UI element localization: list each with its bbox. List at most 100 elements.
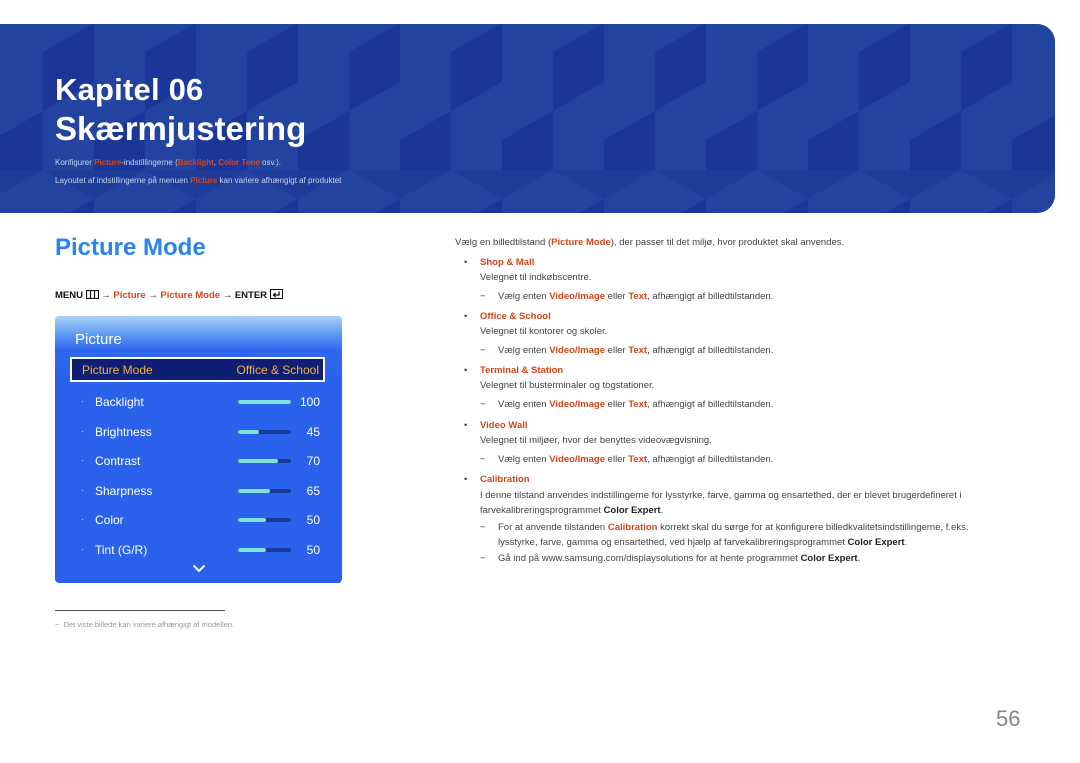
footnote-divider — [55, 610, 225, 611]
mode-description: Velegnet til miljøer, hvor der benyttes … — [480, 435, 712, 446]
text: . — [660, 505, 664, 516]
mode-note: Vælg enten Video/Image eller Text, afhæn… — [498, 345, 773, 356]
mode-description: Velegnet til indkøbscentre. — [480, 272, 592, 283]
mode-name-shop-mall: Shop & Mall — [480, 257, 535, 268]
slider-fill — [238, 518, 267, 522]
dash: − — [480, 454, 486, 465]
value-slider[interactable] — [238, 489, 291, 493]
bullet: • — [464, 257, 468, 268]
menu-label: MENU — [55, 290, 83, 301]
mode-description: Velegnet til kontorer og skoler. — [480, 326, 608, 337]
text: Vælg enten — [498, 399, 550, 410]
osd-item-brightness[interactable]: · Brightness 45 — [55, 424, 342, 444]
osd-item-value: 50 — [306, 543, 320, 557]
bullet: • — [464, 311, 468, 322]
osd-item-label: Picture Mode — [82, 363, 153, 377]
intro-text: -indstillingerne ( — [121, 158, 178, 167]
slider-fill — [238, 400, 291, 404]
breadcrumb-picture-mode: Picture Mode — [160, 290, 221, 301]
dash: − — [55, 620, 60, 629]
text: , afhængigt af billedtilstanden. — [647, 345, 774, 356]
text: eller — [605, 345, 629, 356]
bullet: · — [81, 455, 84, 465]
term-video-image: Video/Image — [549, 291, 606, 302]
calibration-note-2: Gå ind på www.samsung.com/displaysolutio… — [498, 553, 860, 564]
calibration-note-1-line-1: For at anvende tilstanden Calibration ko… — [498, 522, 968, 533]
value-slider[interactable] — [238, 400, 291, 404]
chapter-title: Skærmjustering — [55, 110, 307, 147]
osd-item-label: Backlight — [95, 395, 144, 409]
text: Vælg enten — [498, 454, 550, 465]
term-color-expert: Color Expert — [800, 553, 858, 564]
page-number: 56 — [996, 706, 1021, 731]
value-slider[interactable] — [238, 518, 291, 522]
value-slider[interactable] — [238, 548, 291, 552]
slider-fill — [238, 430, 260, 434]
term-video-image: Video/Image — [549, 345, 606, 356]
mode-name-office-school: Office & School — [480, 311, 551, 322]
calibration-desc-line-1: I denne tilstand anvendes indstillingern… — [480, 490, 962, 501]
text: lysstyrke, farve, gamma og ensartethed, … — [498, 537, 848, 548]
term-text: Text — [628, 291, 648, 302]
mode-name-calibration: Calibration — [480, 474, 530, 485]
text: For at anvende tilstanden — [498, 522, 608, 533]
mode-note: Vælg enten Video/Image eller Text, afhæn… — [498, 454, 773, 465]
bullet: · — [81, 485, 84, 495]
intro-text: Konfigurer — [55, 158, 95, 167]
osd-item-picture-mode[interactable]: Picture Mode Office & School — [70, 357, 325, 382]
text: Vælg enten — [498, 291, 550, 302]
term-text: Text — [628, 399, 648, 410]
chapter-intro-line-1: Konfigurer Picture-indstillingerne (Back… — [55, 158, 281, 167]
breadcrumb-picture: Picture — [113, 290, 146, 301]
term-text: Text — [628, 454, 648, 465]
osd-item-tint-g-r[interactable]: · Tint (G/R) 50 — [55, 542, 342, 562]
osd-item-label: Color — [95, 513, 124, 527]
osd-item-label: Brightness — [95, 425, 152, 439]
osd-item-label: Sharpness — [95, 484, 153, 498]
osd-item-value: 50 — [306, 513, 320, 527]
osd-item-value: 45 — [306, 425, 320, 439]
bullet: • — [464, 365, 468, 376]
bullet: · — [81, 514, 84, 524]
osd-item-contrast[interactable]: · Contrast 70 — [55, 453, 342, 473]
bullet: • — [464, 474, 468, 485]
text: , afhængigt af billedtilstanden. — [647, 454, 774, 465]
intro-text: osv.). — [259, 158, 282, 167]
enter-icon — [269, 289, 283, 299]
bullet: • — [464, 420, 468, 431]
dash: − — [480, 291, 486, 302]
term-color-tone: Color Tone — [218, 158, 260, 167]
picture-osd-menu: Picture Picture Mode Office & School · Ba… — [55, 316, 342, 583]
arrow: → — [148, 290, 158, 301]
osd-title: Picture — [75, 331, 122, 348]
value-slider[interactable] — [238, 430, 291, 434]
text: eller — [605, 399, 629, 410]
mode-name-video-wall: Video Wall — [480, 420, 528, 431]
text: Vælg enten — [498, 345, 550, 356]
term-calibration: Calibration — [607, 522, 658, 533]
text: . — [904, 537, 908, 548]
osd-item-value: 70 — [306, 454, 320, 468]
slider-fill — [238, 459, 279, 463]
footnote-text: Det viste billede kan variere afhængigt … — [63, 620, 235, 629]
text: Vælg en billedtilstand ( — [455, 237, 552, 248]
calibration-note-1-line-2: lysstyrke, farve, gamma og ensartethed, … — [498, 537, 907, 548]
term-picture: Picture — [190, 176, 218, 185]
osd-item-value: 65 — [306, 484, 320, 498]
osd-item-value: 100 — [299, 395, 320, 409]
text: ), der passer til det miljø, hvor produk… — [610, 237, 845, 248]
osd-item-color[interactable]: · Color 50 — [55, 512, 342, 532]
osd-item-sharpness[interactable]: · Sharpness 65 — [55, 483, 342, 503]
chevron-down-icon[interactable] — [192, 564, 206, 573]
enter-label: ENTER — [234, 290, 268, 301]
term-color-expert: Color Expert — [847, 537, 905, 548]
intro-paragraph: Vælg en billedtilstand (Picture Mode), d… — [455, 237, 844, 248]
mode-note: Vælg enten Video/Image eller Text, afhæn… — [498, 291, 773, 302]
dash: − — [480, 522, 486, 533]
text: . — [857, 553, 861, 564]
bullet: · — [81, 544, 84, 554]
text: , afhængigt af billedtilstanden. — [647, 291, 774, 302]
value-slider[interactable] — [238, 459, 291, 463]
term-text: Text — [628, 345, 648, 356]
osd-item-backlight[interactable]: · Backlight 100 — [55, 394, 342, 414]
